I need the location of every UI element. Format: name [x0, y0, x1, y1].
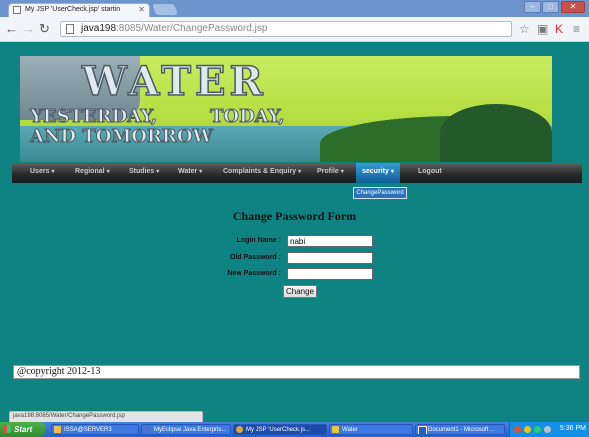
start-label: Start	[14, 425, 33, 434]
taskbar-item[interactable]: My JSP 'UserCheck.js...	[233, 424, 327, 435]
old-password-field[interactable]	[287, 252, 373, 264]
taskbar-item-label: MyEclipse Java Enterpris...	[154, 427, 227, 433]
banner-logo-title: WATER	[81, 57, 267, 106]
windows-logo-icon	[3, 425, 11, 433]
chevron-down-icon: ▾	[298, 169, 302, 175]
app-icon	[54, 426, 61, 433]
menu-item-label: Studies	[129, 168, 155, 175]
speaker-icon[interactable]	[544, 426, 551, 433]
menu-item-label: Regional	[75, 168, 105, 175]
old-password-label: Old Password :	[230, 254, 281, 261]
start-button[interactable]: Start	[0, 422, 46, 437]
chevron-down-icon: ▾	[51, 169, 55, 175]
taskbar-item-label: Water	[342, 427, 358, 433]
menu-item-label: Users	[30, 168, 50, 175]
page-icon	[13, 6, 21, 14]
taskbar-item-label: Document1 - Microsoft ...	[428, 427, 496, 433]
menu-item-profile[interactable]: Profile ▾	[317, 168, 344, 175]
form-title: Change Password Form	[232, 209, 357, 223]
taskbar-item[interactable]: Water	[329, 424, 413, 435]
page-icon	[66, 24, 74, 34]
menu-item-studies[interactable]: Studies ▾	[129, 168, 159, 175]
chevron-down-icon: ▾	[340, 169, 344, 175]
taskbar-item[interactable]: ISSA@SERVER3	[51, 424, 139, 435]
url-path: :8085/Water/ChangePassword.jsp	[116, 23, 268, 34]
chevron-down-icon: ▾	[106, 169, 110, 175]
menu-item-regional[interactable]: Regional ▾	[75, 168, 110, 175]
menu-item-label: Logout	[418, 168, 442, 175]
app-icon	[144, 426, 151, 433]
chevron-down-icon: ▾	[156, 169, 160, 175]
banner-tagline-3: AND TOMORROW	[30, 126, 214, 148]
menu-item-label: Water	[178, 168, 198, 175]
menu-item-water[interactable]: Water ▾	[178, 168, 202, 175]
change-button[interactable]: Change	[283, 285, 317, 298]
system-tray: 5:36 PM	[509, 422, 589, 437]
reload-icon[interactable]: ↻	[39, 21, 50, 37]
chevron-down-icon: ▾	[390, 169, 394, 175]
back-arrow-icon[interactable]: ←	[5, 21, 18, 36]
tray-icon[interactable]	[514, 426, 521, 433]
close-window-button[interactable]: ✕	[561, 1, 585, 13]
windows-taskbar: Start ISSA@SERVER3 MyEclipse Java Enterp…	[0, 422, 589, 437]
browser-tab-strip: My JSP 'UserCheck.jsp' startin ✕ – □ ✕	[0, 0, 589, 17]
banner-tagline-1: YESTERDAY,	[29, 106, 158, 128]
extension-icon[interactable]: ▣	[537, 22, 548, 36]
url-host: java198	[81, 23, 117, 34]
minimize-button[interactable]: –	[524, 1, 541, 13]
login-name-label: Login Name :	[236, 237, 281, 244]
close-tab-icon[interactable]: ✕	[138, 5, 145, 14]
login-name-field[interactable]	[287, 235, 373, 247]
water-banner: WATER YESTERDAY, TODAY, AND TOMORROW	[20, 56, 552, 162]
new-tab-button[interactable]	[151, 4, 179, 15]
word-icon	[418, 426, 427, 434]
menu-item-label: Complaints & Enquiry	[223, 168, 297, 175]
star-icon[interactable]: ☆	[519, 22, 530, 36]
clock[interactable]: 5:36 PM	[560, 425, 586, 432]
address-bar[interactable]: java198:8085/Water/ChangePassword.jsp	[60, 21, 512, 37]
menu-icon[interactable]: ≡	[573, 22, 580, 36]
tray-icon[interactable]	[524, 426, 531, 433]
banner-tagline-2: TODAY,	[210, 106, 286, 128]
extension-k-icon[interactable]: K	[555, 22, 563, 36]
menu-item-label: Profile	[317, 168, 339, 175]
chevron-down-icon: ▾	[199, 169, 203, 175]
forward-arrow-icon[interactable]: →	[22, 21, 35, 36]
menu-item-complaints[interactable]: Complaints & Enquiry ▾	[223, 168, 301, 175]
copyright-footer: @copyright 2012-13	[13, 365, 580, 379]
menu-item-users[interactable]: Users ▾	[30, 168, 54, 175]
new-password-label: New Password :	[227, 270, 281, 277]
status-url: java198:8085/Water/ChangePassword.jsp	[9, 411, 203, 422]
folder-icon	[332, 426, 339, 433]
trees-image	[440, 104, 552, 162]
browser-tab[interactable]: My JSP 'UserCheck.jsp' startin ✕	[8, 3, 150, 17]
browser-toolbar: ← → ↻ java198:8085/Water/ChangePassword.…	[0, 17, 589, 42]
main-menu: Users ▾ Regional ▾ Studies ▾ Water ▾ Complai…	[12, 163, 582, 183]
new-password-field[interactable]	[287, 268, 373, 280]
menu-item-logout[interactable]: Logout	[418, 168, 442, 175]
menu-item-label: security	[362, 168, 389, 175]
menu-item-security[interactable]: security ▾	[356, 163, 400, 183]
dropdown-item-change-password[interactable]: ChangePassword	[353, 187, 407, 199]
taskbar-item[interactable]: Document1 - Microsoft ...	[415, 424, 505, 435]
chrome-icon	[236, 426, 243, 433]
taskbar-item[interactable]: MyEclipse Java Enterpris...	[141, 424, 231, 435]
taskbar-item-label: My JSP 'UserCheck.js...	[246, 427, 311, 433]
maximize-button[interactable]: □	[542, 1, 559, 13]
tab-title: My JSP 'UserCheck.jsp' startin	[25, 6, 121, 13]
tray-icon[interactable]	[534, 426, 541, 433]
taskbar-item-label: ISSA@SERVER3	[64, 427, 112, 433]
